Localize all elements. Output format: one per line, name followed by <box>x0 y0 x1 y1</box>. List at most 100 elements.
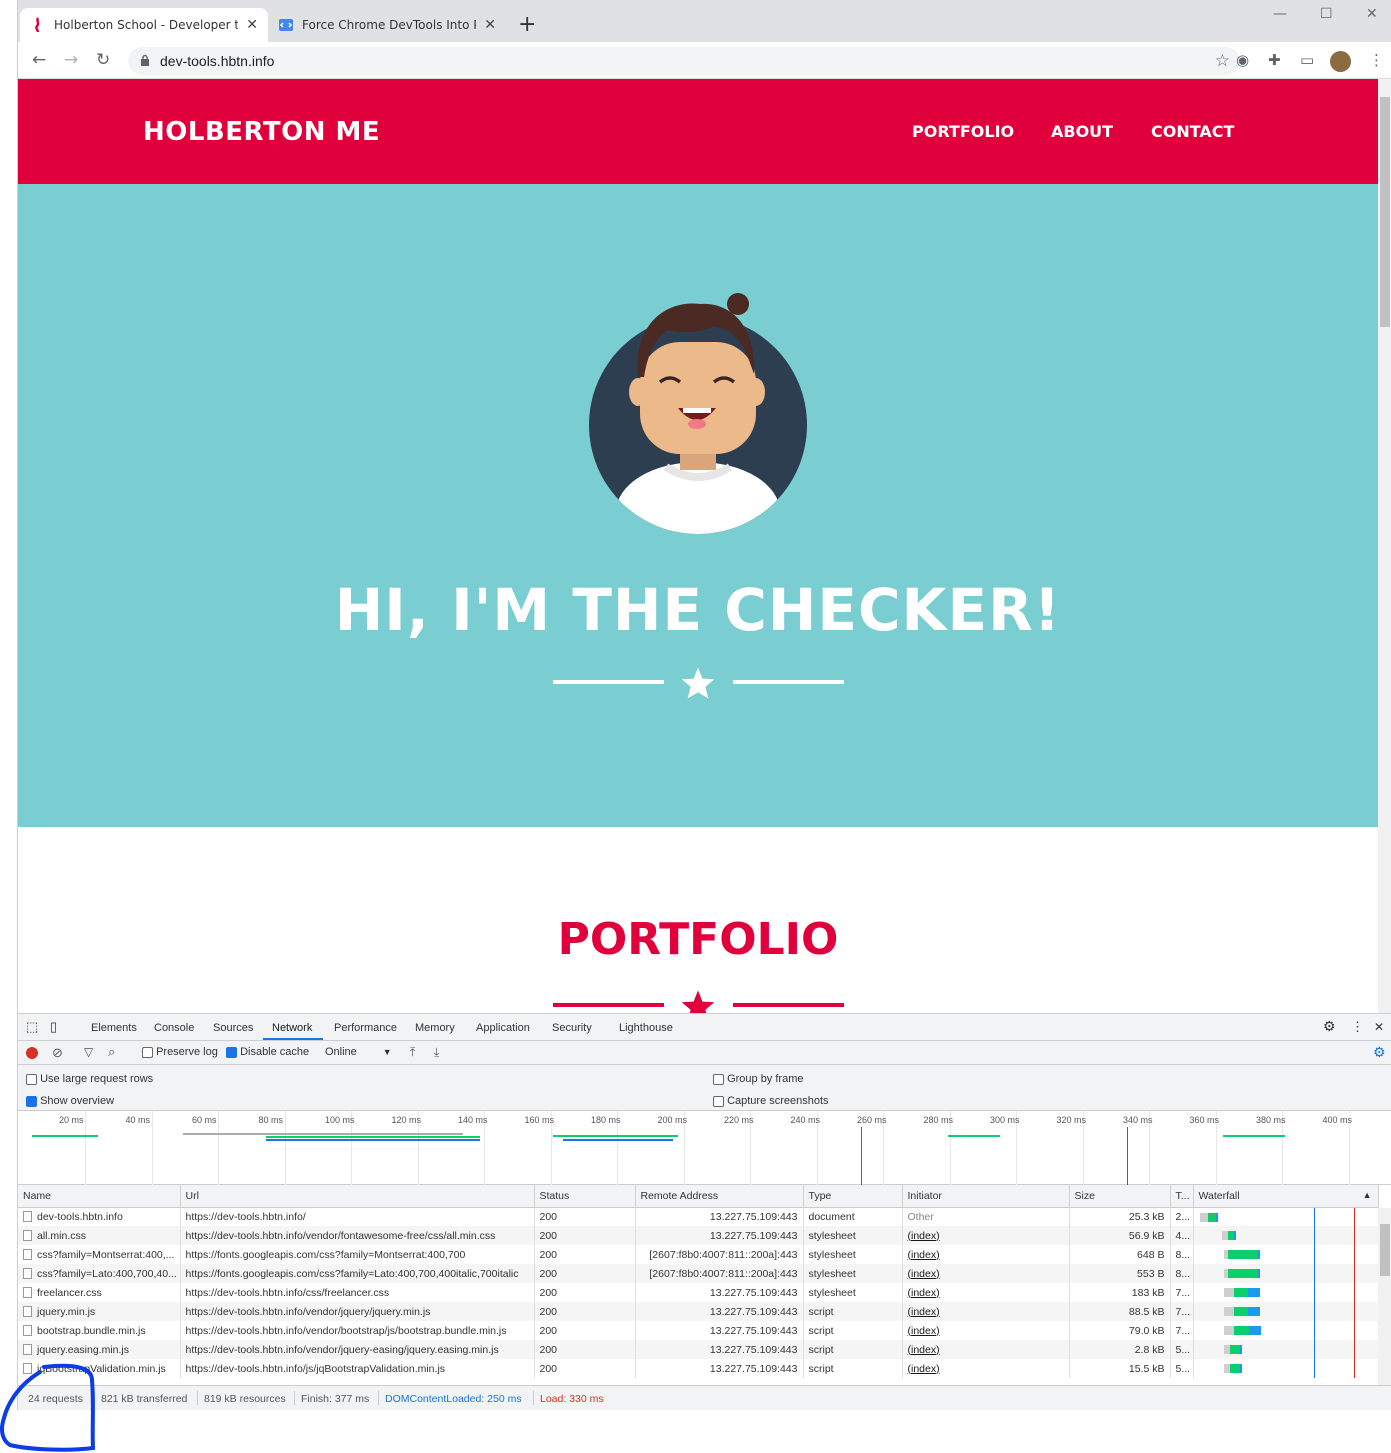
tab-lighthouse[interactable]: Lighthouse <box>619 1022 673 1034</box>
page-scrollbar-thumb[interactable] <box>1380 97 1390 327</box>
address-bar[interactable]: dev-tools.hbtn.info ☆ <box>128 47 1240 75</box>
nav-portfolio[interactable]: PORTFOLIO <box>912 122 1014 141</box>
cell-name: css?family=Montserrat:400,... <box>18 1245 181 1264</box>
group-by-frame-checkbox[interactable]: Group by frame <box>713 1073 803 1085</box>
table-row[interactable]: jqBootstrapValidation.min.js https://dev-… <box>18 1359 1379 1378</box>
tab-elements[interactable]: Elements <box>91 1022 137 1034</box>
hand-drawn-annotation <box>0 1363 96 1452</box>
extension-icon[interactable]: ◉ <box>1236 51 1249 69</box>
reload-icon[interactable]: ↻ <box>96 50 110 70</box>
table-row[interactable]: dev-tools.hbtn.info https://dev-tools.hbt… <box>18 1207 1379 1226</box>
puzzle-extensions-icon[interactable]: ✚ <box>1268 51 1281 69</box>
column-header-size[interactable]: Size <box>1069 1185 1171 1208</box>
capture-screenshots-label: Capture screenshots <box>727 1095 829 1107</box>
cell-initiator[interactable]: (index) <box>902 1283 1070 1302</box>
table-row[interactable]: jquery.min.js https://dev-tools.hbtn.info… <box>18 1302 1379 1321</box>
checkbox-box[interactable] <box>26 1073 37 1085</box>
browser-tab-holberton[interactable]: Holberton School - Developer to ✕ <box>20 8 268 42</box>
checkbox-box-checked[interactable] <box>226 1046 237 1058</box>
back-icon[interactable]: ← <box>32 50 46 70</box>
column-header-type[interactable]: Type <box>803 1185 903 1208</box>
cell-type-text: stylesheet <box>808 1248 856 1261</box>
waterfall-waiting-bar <box>1233 1288 1248 1297</box>
large-rows-checkbox[interactable]: Use large request rows <box>26 1073 153 1085</box>
devtools-panel: ⬚ ▯ Elements Console Sources Network Per… <box>18 1013 1391 1410</box>
waterfall-queue-bar <box>1223 1326 1234 1335</box>
profile-avatar[interactable] <box>1330 51 1351 72</box>
cell-initiator[interactable]: (index) <box>902 1302 1070 1321</box>
maximize-icon[interactable]: ☐ <box>1320 6 1333 22</box>
new-tab-icon[interactable]: + <box>518 12 536 37</box>
tab-memory[interactable]: Memory <box>415 1022 455 1034</box>
column-header-remote-address[interactable]: Remote Address <box>635 1185 804 1208</box>
tab-security[interactable]: Security <box>552 1022 592 1034</box>
site-brand[interactable]: HOLBERTON ME <box>143 117 380 147</box>
close-window-icon[interactable]: ✕ <box>1366 6 1378 22</box>
disable-cache-checkbox[interactable]: Disable cache <box>226 1046 309 1058</box>
table-row[interactable]: jquery.easing.min.js https://dev-tools.hb… <box>18 1340 1379 1359</box>
cell-initiator[interactable]: (index) <box>902 1359 1070 1378</box>
cell-initiator[interactable]: (index) <box>902 1264 1070 1283</box>
close-devtools-icon[interactable]: ✕ <box>1374 1020 1384 1034</box>
checkbox-box[interactable] <box>713 1073 724 1085</box>
hero-section: HI, I'M THE CHECKER! <box>18 184 1378 827</box>
cell-remote-address: 13.227.75.109:443 <box>635 1340 804 1359</box>
close-tab-icon[interactable]: ✕ <box>246 17 258 33</box>
preserve-log-checkbox[interactable]: Preserve log <box>142 1046 218 1058</box>
column-header-status[interactable]: Status <box>534 1185 636 1208</box>
column-header-url[interactable]: Url <box>180 1185 535 1208</box>
tab-performance[interactable]: Performance <box>334 1022 397 1034</box>
load-marker <box>1353 1283 1355 1302</box>
record-icon[interactable] <box>26 1047 38 1059</box>
network-settings-gear-icon[interactable]: ⚙ <box>1373 1044 1386 1061</box>
browser-tab-force-devtools[interactable]: Force Chrome DevTools Into Prin ✕ <box>268 8 506 42</box>
throttling-select[interactable]: Online ▼ <box>325 1046 392 1058</box>
device-toolbar-icon[interactable]: ▯ <box>50 1019 57 1035</box>
cell-initiator[interactable]: (index) <box>902 1340 1070 1359</box>
page-scrollbar[interactable] <box>1378 79 1391 1013</box>
devtools-menu-icon[interactable]: ⋮ <box>1351 1019 1364 1035</box>
requests-scrollbar-thumb[interactable] <box>1380 1224 1390 1276</box>
table-row[interactable]: bootstrap.bundle.min.js https://dev-tools… <box>18 1321 1379 1340</box>
menu-kebab-icon[interactable]: ⋮ <box>1369 51 1384 69</box>
cell-initiator[interactable]: (index) <box>902 1226 1070 1245</box>
table-row[interactable]: css?family=Montserrat:400,... https://fon… <box>18 1245 1379 1264</box>
column-header-waterfall[interactable]: Waterfall ▲ <box>1193 1185 1379 1208</box>
column-header-time[interactable]: T... <box>1170 1185 1194 1208</box>
bookmark-star-icon[interactable]: ☆ <box>1215 51 1230 71</box>
column-header-name[interactable]: Name <box>18 1185 181 1208</box>
tab-sources[interactable]: Sources <box>213 1022 253 1034</box>
nav-about[interactable]: ABOUT <box>1051 122 1113 141</box>
minimize-icon[interactable]: — <box>1273 6 1287 22</box>
nav-contact[interactable]: CONTACT <box>1151 122 1234 141</box>
dom-content-loaded-marker <box>861 1127 862 1185</box>
capture-screenshots-checkbox[interactable]: Capture screenshots <box>713 1095 829 1107</box>
cell-initiator[interactable]: (index) <box>902 1321 1070 1340</box>
tab-console[interactable]: Console <box>154 1022 194 1034</box>
cell-name-text: css?family=Montserrat:400,... <box>37 1248 175 1261</box>
column-header-initiator[interactable]: Initiator <box>902 1185 1070 1208</box>
tab-network[interactable]: Network <box>272 1022 312 1034</box>
checkbox-box[interactable] <box>142 1046 153 1058</box>
table-row[interactable]: css?family=Lato:400,700,40... https://fon… <box>18 1264 1379 1283</box>
close-tab-icon[interactable]: ✕ <box>484 17 496 33</box>
import-har-icon[interactable]: ⤒ <box>410 1045 415 1060</box>
inspect-element-icon[interactable]: ⬚ <box>26 1019 38 1035</box>
network-overview-timeline[interactable]: 20 ms 40 ms 60 ms 80 ms 100 ms 120 ms 140 ms 16… <box>18 1111 1391 1185</box>
requests-scrollbar[interactable] <box>1378 1208 1391 1385</box>
devtools-settings-gear-icon[interactable]: ⚙ <box>1323 1018 1336 1035</box>
cell-status: 200 <box>534 1321 636 1340</box>
clear-icon[interactable]: ⊘ <box>52 1045 63 1061</box>
tab-application[interactable]: Application <box>476 1022 530 1034</box>
table-row[interactable]: all.min.css https://dev-tools.hbtn.info/v… <box>18 1226 1379 1245</box>
cast-icon[interactable]: ▭ <box>1300 51 1314 69</box>
show-overview-checkbox[interactable]: Show overview <box>26 1095 114 1107</box>
filter-icon[interactable]: ▽ <box>84 1045 93 1059</box>
checkbox-box[interactable] <box>713 1095 724 1107</box>
export-har-icon[interactable]: ⤓ <box>434 1045 439 1060</box>
cell-initiator[interactable]: (index) <box>902 1245 1070 1264</box>
forward-icon[interactable]: → <box>64 50 78 70</box>
search-icon[interactable]: ⌕ <box>108 1044 115 1060</box>
checkbox-box-checked[interactable] <box>26 1095 37 1107</box>
table-row[interactable]: freelancer.css https://dev-tools.hbtn.inf… <box>18 1283 1379 1302</box>
